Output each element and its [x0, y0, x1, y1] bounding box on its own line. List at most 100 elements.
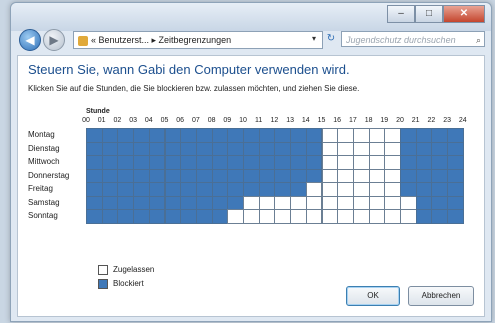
hour-cell-blocked[interactable]: [305, 128, 323, 143]
close-button[interactable]: ✕: [443, 5, 485, 23]
hour-cell-blocked[interactable]: [400, 128, 417, 143]
hour-cell-blocked[interactable]: [415, 182, 433, 197]
hour-cell-allowed[interactable]: [352, 141, 370, 156]
hour-cell-allowed[interactable]: [321, 128, 339, 143]
hour-cell-allowed[interactable]: [274, 195, 292, 210]
maximize-button[interactable]: □: [415, 5, 443, 23]
hour-cell-blocked[interactable]: [227, 155, 244, 170]
hour-cell-blocked[interactable]: [180, 155, 197, 170]
hour-cell-blocked[interactable]: [195, 128, 213, 143]
hour-cell-allowed[interactable]: [368, 209, 386, 224]
minimize-button[interactable]: –: [387, 5, 415, 23]
hour-cell-blocked[interactable]: [101, 209, 119, 224]
hour-cell-blocked[interactable]: [148, 128, 166, 143]
hour-cell-blocked[interactable]: [211, 168, 229, 183]
hour-cell-allowed[interactable]: [368, 182, 386, 197]
hour-cell-allowed[interactable]: [337, 182, 354, 197]
hour-cell-allowed[interactable]: [384, 128, 401, 143]
hour-cell-blocked[interactable]: [400, 168, 417, 183]
cancel-button[interactable]: Abbrechen: [408, 286, 474, 306]
hour-cell-blocked[interactable]: [195, 182, 213, 197]
hour-cell-blocked[interactable]: [290, 155, 307, 170]
hour-cell-blocked[interactable]: [117, 209, 135, 224]
hour-cell-blocked[interactable]: [133, 168, 150, 183]
hour-cell-blocked[interactable]: [148, 209, 166, 224]
hour-cell-blocked[interactable]: [243, 141, 260, 156]
hour-cell-blocked[interactable]: [86, 155, 103, 170]
hour-cell-blocked[interactable]: [101, 182, 119, 197]
hour-cell-blocked[interactable]: [415, 209, 433, 224]
hour-cell-blocked[interactable]: [227, 195, 244, 210]
hour-cell-blocked[interactable]: [180, 195, 197, 210]
hour-cell-blocked[interactable]: [195, 195, 213, 210]
hour-cell-allowed[interactable]: [352, 209, 370, 224]
hour-cell-blocked[interactable]: [243, 168, 260, 183]
hour-cell-blocked[interactable]: [133, 195, 150, 210]
hour-cell-allowed[interactable]: [337, 141, 354, 156]
search-icon[interactable]: ⌕: [476, 32, 481, 48]
hour-cell-blocked[interactable]: [195, 168, 213, 183]
hour-cell-allowed[interactable]: [368, 195, 386, 210]
hour-cell-blocked[interactable]: [86, 182, 103, 197]
hour-cell-blocked[interactable]: [133, 155, 150, 170]
hour-cell-blocked[interactable]: [86, 195, 103, 210]
ok-button[interactable]: OK: [346, 286, 400, 306]
hour-cell-blocked[interactable]: [447, 168, 464, 183]
hour-cell-allowed[interactable]: [321, 141, 339, 156]
hour-cell-blocked[interactable]: [274, 141, 292, 156]
hour-cell-blocked[interactable]: [180, 128, 197, 143]
hour-cell-blocked[interactable]: [415, 128, 433, 143]
hour-cell-allowed[interactable]: [352, 155, 370, 170]
hour-cell-allowed[interactable]: [352, 128, 370, 143]
hour-cell-allowed[interactable]: [305, 209, 323, 224]
hour-cell-blocked[interactable]: [148, 155, 166, 170]
hour-cell-blocked[interactable]: [101, 168, 119, 183]
hour-cell-allowed[interactable]: [368, 128, 386, 143]
hour-cell-blocked[interactable]: [211, 155, 229, 170]
forward-button[interactable]: ▶: [43, 29, 65, 51]
hour-cell-allowed[interactable]: [384, 141, 401, 156]
hour-cell-allowed[interactable]: [384, 209, 401, 224]
hour-cell-blocked[interactable]: [431, 128, 449, 143]
hour-cell-blocked[interactable]: [164, 128, 182, 143]
hour-cell-blocked[interactable]: [447, 195, 464, 210]
hour-cell-blocked[interactable]: [117, 182, 135, 197]
hour-cell-allowed[interactable]: [400, 209, 417, 224]
hour-cell-blocked[interactable]: [148, 182, 166, 197]
hour-cell-blocked[interactable]: [180, 209, 197, 224]
hour-cell-allowed[interactable]: [305, 182, 323, 197]
hour-cell-blocked[interactable]: [133, 141, 150, 156]
hour-cell-blocked[interactable]: [243, 155, 260, 170]
hour-cell-allowed[interactable]: [321, 168, 339, 183]
hour-cell-blocked[interactable]: [211, 209, 229, 224]
hour-cell-allowed[interactable]: [337, 195, 354, 210]
hour-cell-blocked[interactable]: [211, 182, 229, 197]
hour-cell-allowed[interactable]: [384, 195, 401, 210]
hour-cell-blocked[interactable]: [258, 155, 276, 170]
hour-cell-allowed[interactable]: [352, 195, 370, 210]
hour-cell-blocked[interactable]: [101, 195, 119, 210]
hour-cell-blocked[interactable]: [274, 182, 292, 197]
hour-cell-blocked[interactable]: [164, 168, 182, 183]
hour-cell-blocked[interactable]: [227, 182, 244, 197]
hour-cell-blocked[interactable]: [227, 168, 244, 183]
hour-cell-blocked[interactable]: [195, 155, 213, 170]
hour-cell-allowed[interactable]: [258, 209, 276, 224]
hour-cell-blocked[interactable]: [101, 141, 119, 156]
hour-cell-blocked[interactable]: [415, 195, 433, 210]
hour-cell-allowed[interactable]: [368, 155, 386, 170]
hour-cell-allowed[interactable]: [337, 155, 354, 170]
hour-cell-blocked[interactable]: [211, 141, 229, 156]
hour-cell-blocked[interactable]: [258, 141, 276, 156]
hour-cell-blocked[interactable]: [164, 209, 182, 224]
hour-cell-blocked[interactable]: [274, 168, 292, 183]
hour-cell-blocked[interactable]: [133, 209, 150, 224]
hour-cell-blocked[interactable]: [415, 168, 433, 183]
hour-cell-blocked[interactable]: [101, 155, 119, 170]
hour-cell-allowed[interactable]: [337, 168, 354, 183]
hour-cell-blocked[interactable]: [400, 141, 417, 156]
hour-cell-allowed[interactable]: [243, 209, 260, 224]
hour-cell-blocked[interactable]: [227, 128, 244, 143]
hour-cell-blocked[interactable]: [164, 182, 182, 197]
hour-cell-blocked[interactable]: [431, 182, 449, 197]
